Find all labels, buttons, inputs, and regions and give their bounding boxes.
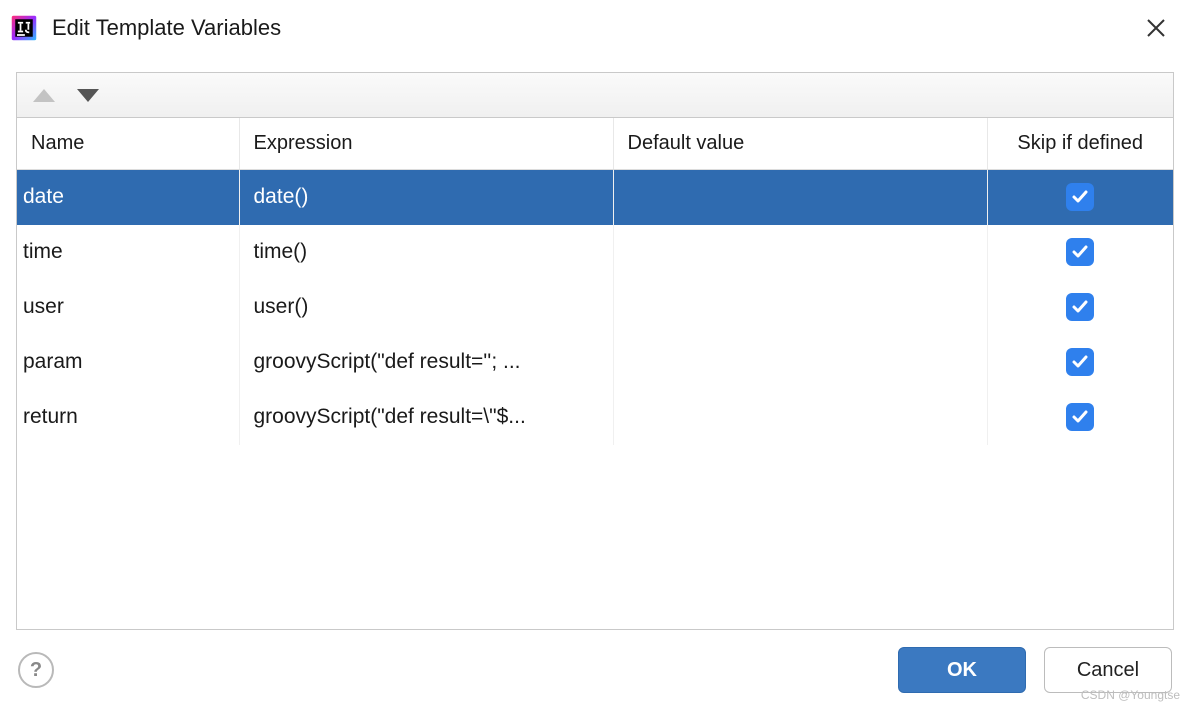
col-skip-if-defined[interactable]: Skip if defined xyxy=(987,118,1173,170)
cell-default-value[interactable] xyxy=(613,225,987,280)
cell-skip[interactable] xyxy=(987,225,1173,280)
move-up-icon[interactable] xyxy=(33,89,55,102)
cell-default-value[interactable] xyxy=(613,280,987,335)
table-row[interactable]: paramgroovyScript("def result=''; ... xyxy=(17,335,1173,390)
checkbox-checked-icon[interactable] xyxy=(1066,403,1094,431)
help-icon: ? xyxy=(30,659,42,682)
variables-table: Name Expression Default value Skip if de… xyxy=(17,118,1173,445)
cell-skip[interactable] xyxy=(987,280,1173,335)
ok-button[interactable]: OK xyxy=(898,647,1026,693)
cell-default-value[interactable] xyxy=(613,170,987,225)
cell-expression[interactable]: groovyScript("def result=\"$... xyxy=(239,390,613,445)
dialog-title: Edit Template Variables xyxy=(52,15,1142,41)
close-icon[interactable] xyxy=(1142,14,1170,42)
cancel-button[interactable]: Cancel xyxy=(1044,647,1172,693)
cell-skip[interactable] xyxy=(987,335,1173,390)
cell-expression[interactable]: time() xyxy=(239,225,613,280)
col-default-value[interactable]: Default value xyxy=(613,118,987,170)
cell-name[interactable]: date xyxy=(17,170,239,225)
move-down-icon[interactable] xyxy=(77,89,99,102)
col-name[interactable]: Name xyxy=(17,118,239,170)
intellij-icon xyxy=(10,14,38,42)
dialog-content: Name Expression Default value Skip if de… xyxy=(0,56,1190,630)
help-button[interactable]: ? xyxy=(18,652,54,688)
table-row[interactable]: useruser() xyxy=(17,280,1173,335)
cell-skip[interactable] xyxy=(987,170,1173,225)
toolbar xyxy=(16,72,1174,117)
checkbox-checked-icon[interactable] xyxy=(1066,183,1094,211)
cell-name[interactable]: time xyxy=(17,225,239,280)
cell-default-value[interactable] xyxy=(613,335,987,390)
titlebar: Edit Template Variables xyxy=(0,0,1190,56)
cell-expression[interactable]: user() xyxy=(239,280,613,335)
checkbox-checked-icon[interactable] xyxy=(1066,293,1094,321)
table-row[interactable]: returngroovyScript("def result=\"$... xyxy=(17,390,1173,445)
cell-expression[interactable]: date() xyxy=(239,170,613,225)
checkbox-checked-icon[interactable] xyxy=(1066,348,1094,376)
checkbox-checked-icon[interactable] xyxy=(1066,238,1094,266)
cell-name[interactable]: param xyxy=(17,335,239,390)
dialog-footer: ? OK Cancel xyxy=(0,630,1190,710)
col-expression[interactable]: Expression xyxy=(239,118,613,170)
cell-expression[interactable]: groovyScript("def result=''; ... xyxy=(239,335,613,390)
table-header-row: Name Expression Default value Skip if de… xyxy=(17,118,1173,170)
variables-table-wrap: Name Expression Default value Skip if de… xyxy=(16,117,1174,630)
cell-default-value[interactable] xyxy=(613,390,987,445)
table-row[interactable]: timetime() xyxy=(17,225,1173,280)
cell-name[interactable]: return xyxy=(17,390,239,445)
cell-name[interactable]: user xyxy=(17,280,239,335)
cell-skip[interactable] xyxy=(987,390,1173,445)
table-row[interactable]: datedate() xyxy=(17,170,1173,225)
